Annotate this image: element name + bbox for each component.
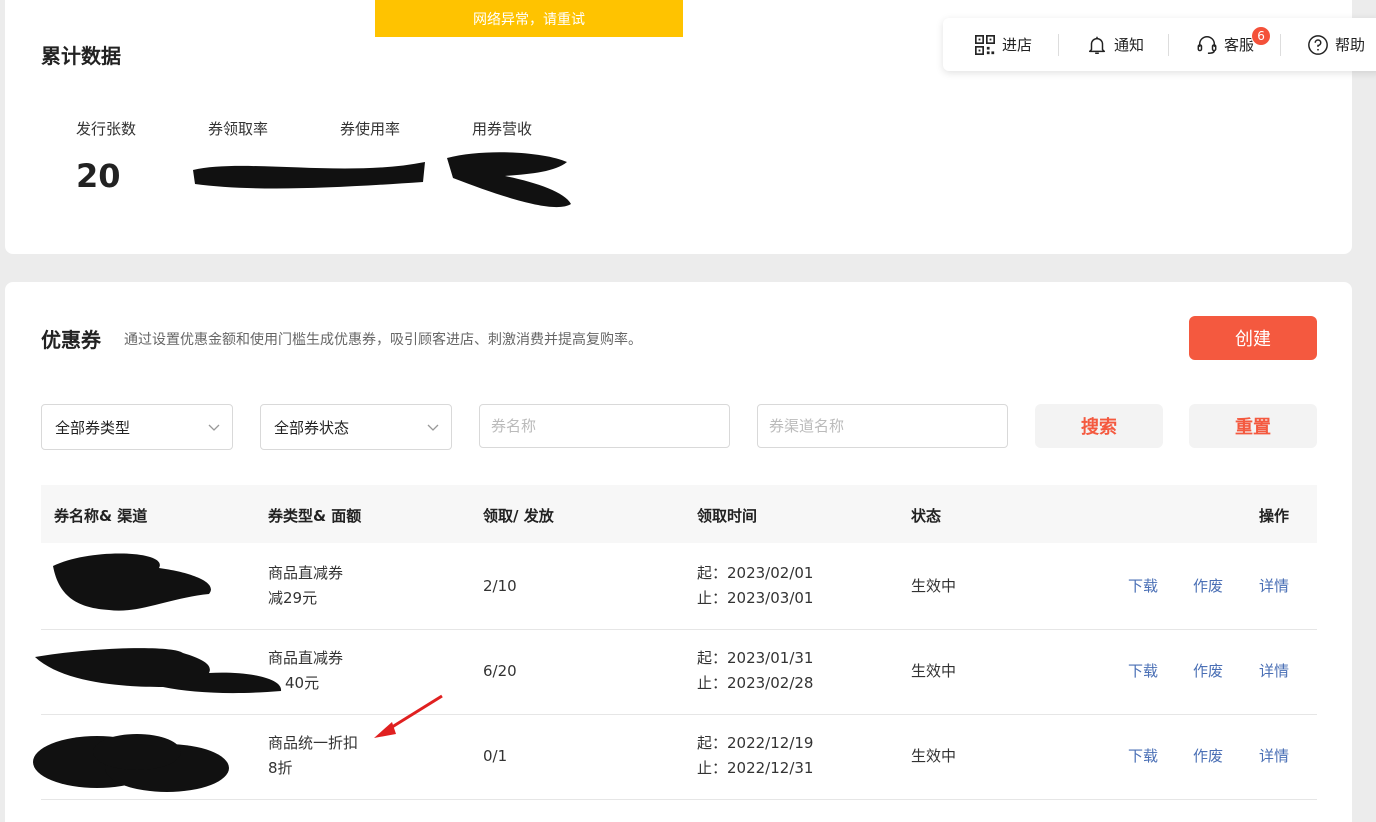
void-link[interactable]: 作废 — [1193, 745, 1223, 766]
status-text: 生效中 — [911, 577, 957, 595]
column-header: 状态 — [911, 507, 942, 525]
table-header: 券名称& 渠道 券类型& 面额 领取/ 发放 领取时间 状态 操作 — [41, 485, 1317, 543]
column-header: 领取时间 — [697, 507, 758, 525]
nav-divider — [1058, 33, 1060, 56]
coupon-type-select[interactable]: 全部券类型 — [41, 404, 233, 450]
nav-label: 进店 — [1002, 36, 1033, 54]
redaction-scribble — [193, 152, 571, 208]
table-row: 商品直减券 减29元 2/10 起：2023/02/01 止：2023/03/0… — [41, 544, 1317, 630]
nav-label: 客服 — [1224, 36, 1255, 54]
qr-code-icon — [975, 34, 995, 55]
help-circle-icon — [1308, 34, 1328, 55]
claim-start: 起：2023/02/01 — [697, 564, 814, 582]
headset-icon — [1197, 35, 1217, 54]
stat-revenue: 用券营收 — [472, 118, 532, 139]
stat-value: 20 — [76, 157, 121, 195]
detail-link[interactable]: 详情 — [1259, 745, 1289, 766]
status-text: 生效中 — [911, 662, 957, 680]
claim-ratio: 2/10 — [483, 577, 517, 595]
detail-link[interactable]: 详情 — [1259, 575, 1289, 596]
nav-service[interactable]: 客服 6 — [1196, 18, 1272, 71]
download-link[interactable]: 下载 — [1128, 660, 1158, 681]
claim-start: 起：2023/01/31 — [697, 649, 814, 667]
column-header: 操作 — [1259, 507, 1290, 525]
claim-end: 止：2023/03/01 — [697, 589, 814, 607]
stat-use-rate: 券使用率 — [340, 118, 400, 139]
nav-divider — [1280, 33, 1282, 56]
redaction-scribble — [35, 648, 282, 694]
top-nav-bar: 进店 通知 客服 6 帮助 — [943, 18, 1376, 71]
bell-icon — [1088, 36, 1106, 54]
create-button[interactable]: 创建 — [1189, 316, 1317, 360]
claim-start: 起：2022/12/19 — [697, 734, 814, 752]
stat-label: 券领取率 — [208, 120, 269, 138]
coupons-card: 优惠券 通过设置优惠金额和使用门槛生成优惠券，吸引顾客进店、刺激消费并提高复购率… — [5, 282, 1352, 822]
table-row: 商品直减券 40元 6/20 起：2023/01/31 止：2023/02/28… — [35, 629, 1317, 715]
reset-button[interactable]: 重置 — [1189, 404, 1317, 448]
section-description: 通过设置优惠金额和使用门槛生成优惠券，吸引顾客进店、刺激消费并提高复购率。 — [124, 332, 642, 348]
channel-name-input[interactable] — [757, 404, 1008, 448]
select-value: 全部券类型 — [55, 418, 131, 437]
section-title: 优惠券 — [41, 328, 101, 352]
coupon-amount: 40元 — [285, 674, 320, 692]
void-link[interactable]: 作废 — [1193, 660, 1223, 681]
detail-link[interactable]: 详情 — [1259, 660, 1289, 681]
nav-label: 通知 — [1114, 36, 1145, 54]
download-link[interactable]: 下载 — [1128, 745, 1158, 766]
void-link[interactable]: 作废 — [1193, 575, 1223, 596]
claim-end: 止：2022/12/31 — [697, 759, 814, 777]
claim-end: 止：2023/02/28 — [697, 674, 814, 692]
stat-label: 券使用率 — [340, 120, 401, 138]
summary-title: 累计数据 — [41, 44, 121, 68]
nav-store[interactable]: 进店 — [974, 18, 1032, 71]
status-text: 生效中 — [911, 747, 957, 765]
redaction-scribble — [53, 553, 211, 611]
chevron-down-icon — [427, 424, 439, 431]
coupon-type: 商品直减券 — [268, 564, 344, 582]
coupon-type: 商品直减券 — [268, 649, 344, 667]
nav-divider — [1168, 33, 1170, 56]
stat-label: 用券营收 — [472, 120, 533, 138]
nav-notify[interactable]: 通知 — [1086, 18, 1144, 71]
coupon-amount: 减29元 — [268, 589, 318, 607]
annotation-arrow-icon — [374, 694, 443, 738]
column-header: 券名称& 渠道 — [54, 507, 148, 525]
nav-help[interactable]: 帮助 — [1307, 18, 1365, 71]
download-link[interactable]: 下载 — [1128, 575, 1158, 596]
coupon-amount: 8折 — [268, 759, 293, 777]
network-error-banner: 网络异常，请重试 — [375, 0, 683, 37]
column-header: 领取/ 发放 — [483, 507, 554, 525]
unread-badge: 6 — [1251, 26, 1272, 46]
table-row: 商品统一折扣 8折 0/1 起：2022/12/19 止：2022/12/31 … — [33, 714, 1317, 800]
claim-ratio: 0/1 — [483, 747, 508, 765]
redaction-scribble — [33, 734, 229, 792]
stat-label: 发行张数 — [76, 120, 137, 138]
coupon-type: 商品统一折扣 — [268, 734, 359, 752]
coupon-name-input[interactable] — [479, 404, 730, 448]
chevron-down-icon — [208, 424, 220, 431]
stat-claim-rate: 券领取率 — [208, 118, 268, 139]
select-value: 全部券状态 — [274, 418, 350, 437]
claim-ratio: 6/20 — [483, 662, 517, 680]
nav-label: 帮助 — [1335, 36, 1366, 54]
coupon-status-select[interactable]: 全部券状态 — [260, 404, 452, 450]
column-header: 券类型& 面额 — [268, 507, 362, 525]
search-button[interactable]: 搜索 — [1035, 404, 1163, 448]
stat-issued: 发行张数 20 — [76, 118, 136, 195]
